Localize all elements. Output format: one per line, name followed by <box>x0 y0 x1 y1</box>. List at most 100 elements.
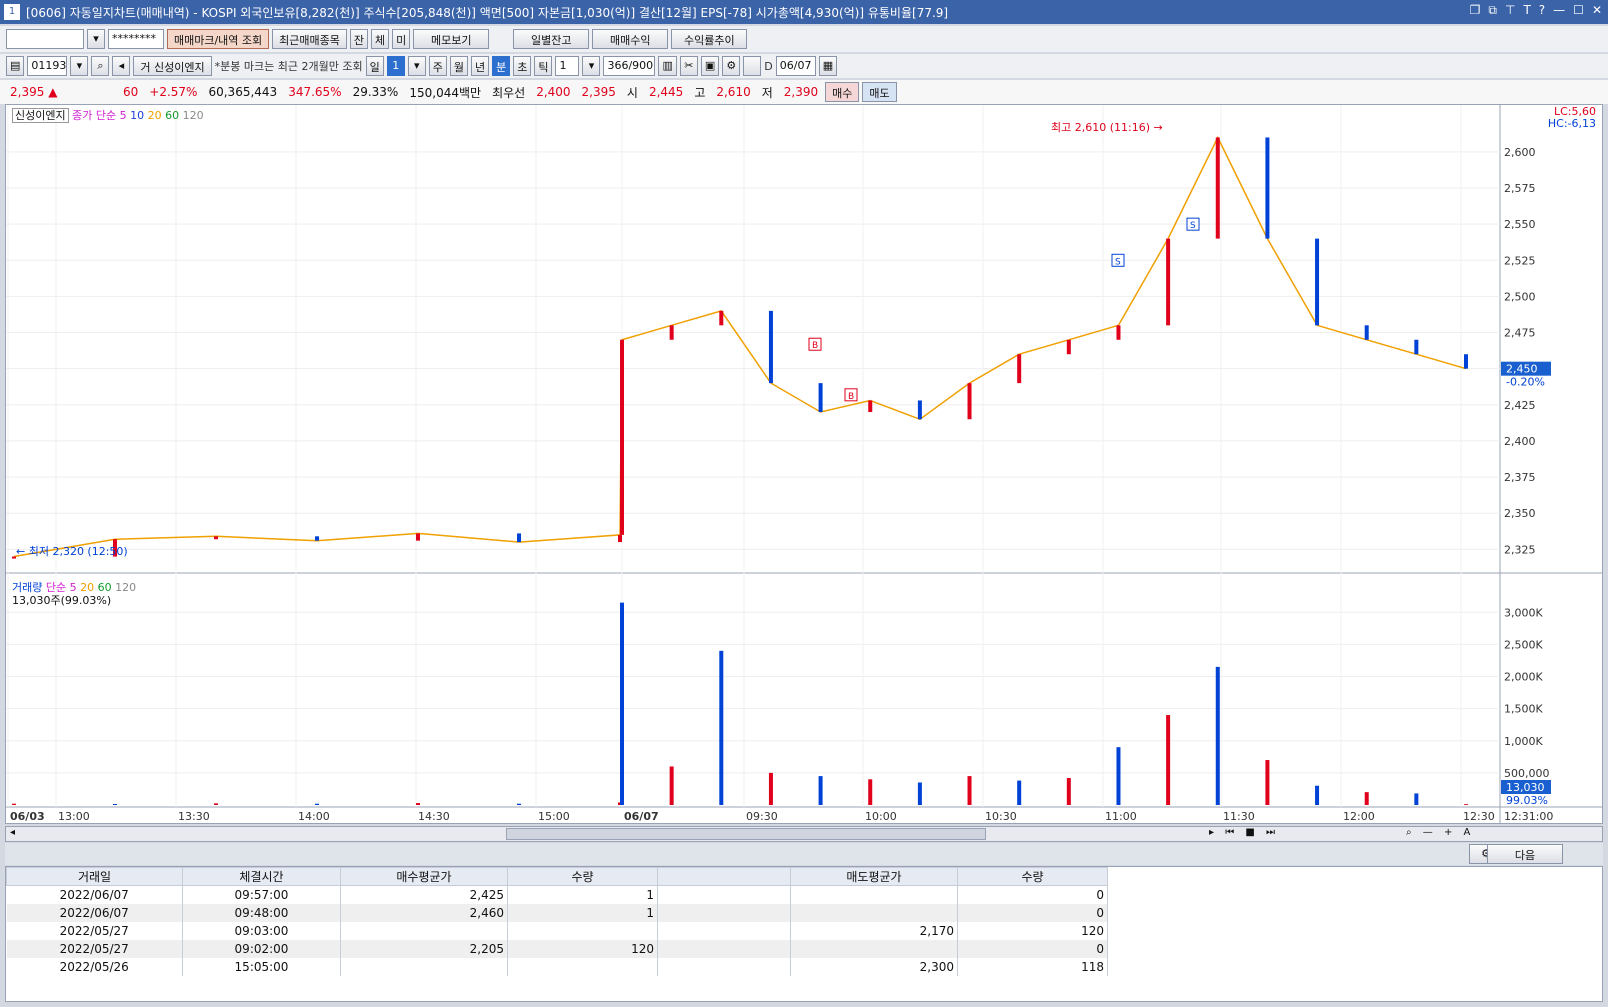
period-tick-button[interactable]: 틱 <box>534 56 553 76</box>
stock-code-input[interactable]: 011930 <box>27 56 68 76</box>
price-change: 60 <box>123 85 139 99</box>
return-trend-button[interactable]: 수익률추이 <box>671 29 748 49</box>
table-header[interactable]: 매수평균가 <box>340 867 508 886</box>
volume-bar <box>818 776 823 805</box>
quote-bar: 2,395 ▲ 60 +2.57% 60,365,443 347.65% 29.… <box>0 80 1608 104</box>
price-candle <box>618 534 622 543</box>
toolbar-symbol: ▤ 011930 ▾ ⌕ ◂ 거 신성이엔지 *분봉 마크는 최근 2개월만 조… <box>0 54 1608 78</box>
volume-bar <box>1414 793 1419 805</box>
volume-tick-label: 3,000K <box>1504 606 1543 619</box>
sell-button[interactable]: 매도 <box>862 82 897 102</box>
pin-icon[interactable]: ⊤ <box>1505 3 1515 18</box>
minimize-icon[interactable]: — <box>1553 3 1565 18</box>
last-volume-label: 13,030주(99.03%) <box>12 594 112 607</box>
window-controls: ❐ ⧉ ⊤ T ? — ☐ ✕ <box>1470 3 1602 18</box>
account-input[interactable] <box>6 29 84 49</box>
table-row[interactable]: 2022/05/26 15:05:00 2,300 118 <box>6 957 1108 976</box>
period-year-button[interactable]: 년 <box>470 56 490 76</box>
period-week-button[interactable]: 주 <box>428 56 447 76</box>
password-input[interactable]: ******** <box>108 29 164 49</box>
link-icon[interactable]: ⧉ <box>1488 3 1497 18</box>
code-dropdown-button[interactable]: ▾ <box>70 56 89 76</box>
memo-button[interactable]: 메모보기 <box>413 29 490 49</box>
price-candle <box>1215 137 1220 239</box>
price-legend-name[interactable]: 신성이엔지 <box>12 108 69 123</box>
price-volume-chart[interactable]: 2,600 2,575 2,550 2,525 2,500 2,475 2,450 2,425… <box>6 105 1602 823</box>
next-button[interactable]: 다음 <box>1487 844 1563 864</box>
price-tick-label: 2,400 <box>1504 435 1536 448</box>
calendar-icon[interactable]: ▦ <box>818 56 838 76</box>
table-cell <box>340 957 508 976</box>
table-row[interactable]: 2022/05/27 09:03:00 2,170 120 <box>6 921 1108 940</box>
stock-name-field[interactable]: 거 신성이엔지 <box>133 56 212 76</box>
restore-icon[interactable]: ❐ <box>1470 3 1481 18</box>
close-icon[interactable]: ✕ <box>1592 3 1602 18</box>
chart-area[interactable]: 2,600 2,575 2,550 2,525 2,500 2,475 2,450 2,425… <box>5 104 1603 824</box>
interval-input[interactable]: 1 <box>555 56 580 76</box>
recent-items-button[interactable]: 최근매매종목 <box>272 29 347 49</box>
table-header[interactable]: 수량 <box>957 867 1108 886</box>
table-row[interactable]: 2022/06/07 09:57:00 2,425 1 0 <box>6 885 1108 904</box>
executed-button[interactable]: 체 <box>371 29 390 49</box>
period-month-button[interactable]: 월 <box>449 56 468 76</box>
table-cell: 1 <box>507 885 658 904</box>
volume-bar <box>1066 778 1071 805</box>
trade-profit-button[interactable]: 매매수익 <box>592 29 669 49</box>
speaker-icon[interactable]: ◂ <box>112 56 131 76</box>
tool-icon[interactable]: ✂ <box>679 56 698 76</box>
bar-count-input[interactable]: 366/900 <box>603 56 656 76</box>
buy-mark-label: B <box>848 392 854 402</box>
trade-marks-button[interactable]: 매매마크/내역 조회 <box>167 29 270 49</box>
account-dropdown-button[interactable]: ▾ <box>87 29 105 49</box>
table-header[interactable] <box>657 867 791 886</box>
playback-controls[interactable]: ▸ ⏮ ■ ⏭ <box>1209 827 1279 838</box>
volume-tick-label: 1,000K <box>1504 735 1543 748</box>
gear-icon[interactable]: ⚙ <box>722 56 741 76</box>
table-cell <box>790 903 958 922</box>
period-dropdown-button[interactable]: ▾ <box>407 56 426 76</box>
search-icon[interactable]: ⌕ <box>91 56 110 76</box>
period-minute-button[interactable]: 분 <box>492 56 511 76</box>
daily-balance-button[interactable]: 일별잔고 <box>513 29 590 49</box>
time-tick-label: 15:00 <box>538 810 570 823</box>
volume-bar <box>719 650 724 805</box>
scroll-left-icon[interactable]: ◂ <box>10 827 15 838</box>
volume-bar <box>1364 792 1369 805</box>
table-cell: 09:02:00 <box>182 939 341 958</box>
save-icon[interactable]: ▣ <box>700 56 720 76</box>
period-number-select[interactable]: 1 <box>386 56 405 76</box>
table-header[interactable]: 체결시간 <box>182 867 341 886</box>
table-header[interactable]: 수량 <box>507 867 658 886</box>
table-row[interactable]: 2022/05/27 09:02:00 2,205 120 0 <box>6 939 1108 958</box>
chart-settings-icon[interactable]: ▤ <box>6 56 25 76</box>
price-candle <box>416 533 420 541</box>
period-day-button[interactable]: 일 <box>365 56 384 76</box>
volume-bar <box>214 803 218 805</box>
volume-bar <box>868 779 873 805</box>
price-candle <box>868 400 873 413</box>
scroll-thumb[interactable] <box>506 828 986 840</box>
date-checkbox[interactable] <box>743 56 762 76</box>
price-tick-label: 2,575 <box>1504 182 1536 195</box>
current-volume-pct: 99.03% <box>1506 794 1548 807</box>
current-price-tag: 2,450 <box>1506 363 1538 376</box>
period-second-button[interactable]: 초 <box>513 56 532 76</box>
unfilled-button[interactable]: 미 <box>392 29 411 49</box>
zoom-controls[interactable]: ⌕ — + A <box>1406 827 1474 838</box>
sell-mark-label: S <box>1115 257 1121 267</box>
buy-button[interactable]: 매수 <box>825 82 860 102</box>
date-input[interactable]: 06/07 <box>775 56 816 76</box>
font-icon[interactable]: T <box>1523 3 1530 18</box>
balance-button[interactable]: 잔 <box>349 29 369 49</box>
maximize-icon[interactable]: ☐ <box>1573 3 1584 18</box>
table-row[interactable]: 2022/06/07 09:48:00 2,460 1 0 <box>6 903 1108 922</box>
table-header[interactable]: 매도평균가 <box>790 867 958 886</box>
candle-icon[interactable]: ▥ <box>658 56 677 76</box>
interval-dropdown-button[interactable]: ▾ <box>582 56 601 76</box>
table-header[interactable]: 거래일 <box>6 867 183 886</box>
high-label: 고 <box>694 85 706 100</box>
chart-scrollbar[interactable]: ◂ ▸ ⏮ ■ ⏭ ⌕ — + A <box>5 826 1603 842</box>
help-icon[interactable]: ? <box>1539 3 1545 18</box>
best-bid: 2,395 <box>581 85 616 99</box>
trade-table: 거래일 체결시간 매수평균가 수량 매도평균가 수량 2022/06/07 09:57:00… <box>6 867 1108 976</box>
